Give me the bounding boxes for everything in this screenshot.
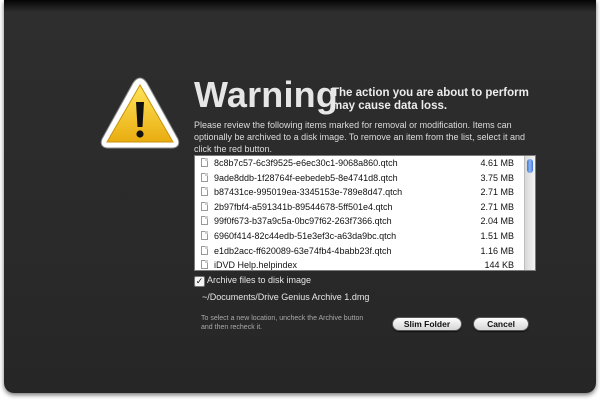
list-item[interactable]: 8c8b7c57-6c3f9525-e6ec30c1-9068a860.qtch… [195, 156, 523, 171]
list-item[interactable]: iDVD Help.helpindex 144 KB [195, 258, 523, 271]
item-size: 4.61 MB [480, 158, 514, 168]
document-icon [201, 201, 208, 211]
archive-checkbox-label[interactable]: Archive files to disk image [207, 275, 311, 285]
item-size: 2.71 MB [480, 201, 514, 212]
document-icon [201, 172, 208, 182]
document-icon [201, 158, 208, 167]
list-item[interactable]: 2b97fbf4-a591341b-89544678-5ff501e4.qtch… [195, 200, 523, 215]
document-icon [201, 230, 208, 240]
scroll-thumb[interactable] [527, 159, 533, 173]
item-name: 6960f414-82c44edb-51e3ef3c-a63da9bc.qtch [214, 230, 397, 241]
warning-sheet: Warning The action you are about to perf… [4, 0, 596, 393]
item-size: 2.04 MB [480, 216, 514, 227]
document-icon [201, 187, 208, 197]
item-name: b87431ce-995019ea-3345153e-789e8d47.qtch [214, 187, 403, 198]
list-item[interactable]: 6960f414-82c44edb-51e3ef3c-a63da9bc.qtch… [195, 229, 523, 244]
dialog-message: Please review the following items marked… [194, 120, 525, 154]
item-size: 1.16 MB [480, 245, 514, 256]
dialog-subheading: The action you are about to perform may … [332, 87, 529, 112]
archive-path: ~/Documents/Drive Genius Archive 1.dmg [202, 292, 370, 302]
warning-triangle-icon [100, 77, 180, 149]
list-item[interactable]: 99f0f673-b37a9c5a-0bc97f62-263f7366.qtch… [195, 214, 523, 229]
item-name: 9ade8ddb-1f28764f-eebedeb5-8e4741d8.qtch [214, 172, 398, 183]
list-item[interactable]: e1db2acc-ff620089-63e74fb4-4babb23f.qtch… [195, 244, 523, 259]
cancel-button[interactable]: Cancel [473, 317, 529, 331]
dialog-heading: Warning [194, 74, 339, 115]
item-size: 144 KB [484, 260, 514, 271]
item-size: 1.51 MB [480, 230, 514, 241]
item-size: 2.71 MB [480, 187, 514, 198]
items-list[interactable]: 8c8b7c57-6c3f9525-e6ec30c1-9068a860.qtch… [194, 155, 536, 271]
item-name: 2b97fbf4-a591341b-89544678-5ff501e4.qtch [214, 201, 393, 212]
item-size: 3.75 MB [480, 172, 514, 183]
archive-hint: To select a new location, uncheck the Ar… [201, 315, 364, 331]
item-name: iDVD Help.helpindex [214, 260, 298, 271]
slim-folder-button[interactable]: Slim Folder [392, 317, 462, 331]
list-item[interactable]: b87431ce-995019ea-3345153e-789e8d47.qtch… [195, 185, 523, 200]
item-name: e1db2acc-ff620089-63e74fb4-4babb23f.qtch [214, 245, 392, 256]
list-scrollbar[interactable] [524, 156, 535, 270]
window-top-shadow [4, 0, 596, 12]
item-name: 8c8b7c57-6c3f9525-e6ec30c1-9068a860.qtch [214, 158, 398, 168]
archive-checkbox[interactable]: ✓ [194, 276, 205, 287]
document-icon [201, 260, 208, 270]
list-item[interactable]: 9ade8ddb-1f28764f-eebedeb5-8e4741d8.qtch… [195, 171, 523, 186]
items-list-body: 8c8b7c57-6c3f9525-e6ec30c1-9068a860.qtch… [195, 156, 523, 271]
item-name: 99f0f673-b37a9c5a-0bc97f62-263f7366.qtch [214, 216, 392, 227]
document-icon [201, 245, 208, 255]
document-icon [201, 216, 208, 226]
